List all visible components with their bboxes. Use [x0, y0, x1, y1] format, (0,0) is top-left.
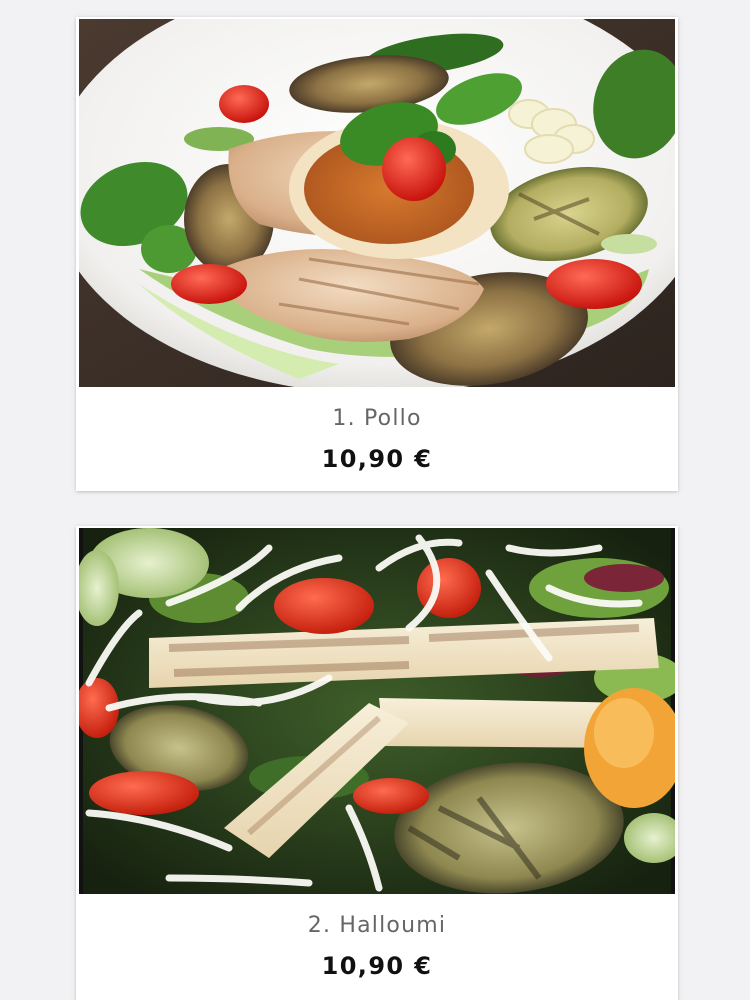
halloumi-salad-photo[interactable] [79, 528, 675, 894]
menu-item-name[interactable]: 2. Halloumi [76, 912, 678, 940]
menu-item-price: 10,90 € [321, 445, 433, 473]
menu-item-name[interactable]: 1. Pollo [76, 405, 678, 433]
menu-item-caption: 1. Pollo 10,90 € [76, 387, 678, 474]
menu-item-card-halloumi[interactable]: 2. Halloumi 10,90 € [76, 526, 678, 1000]
pollo-salad-photo[interactable] [79, 19, 675, 387]
menu-item-card-pollo[interactable]: 1. Pollo 10,90 € [76, 17, 678, 491]
menu-page: 1. Pollo 10,90 € 2. Halloumi 10,90 € [0, 0, 750, 1000]
menu-item-price: 10,90 € [321, 952, 433, 980]
menu-item-caption: 2. Halloumi 10,90 € [76, 894, 678, 981]
